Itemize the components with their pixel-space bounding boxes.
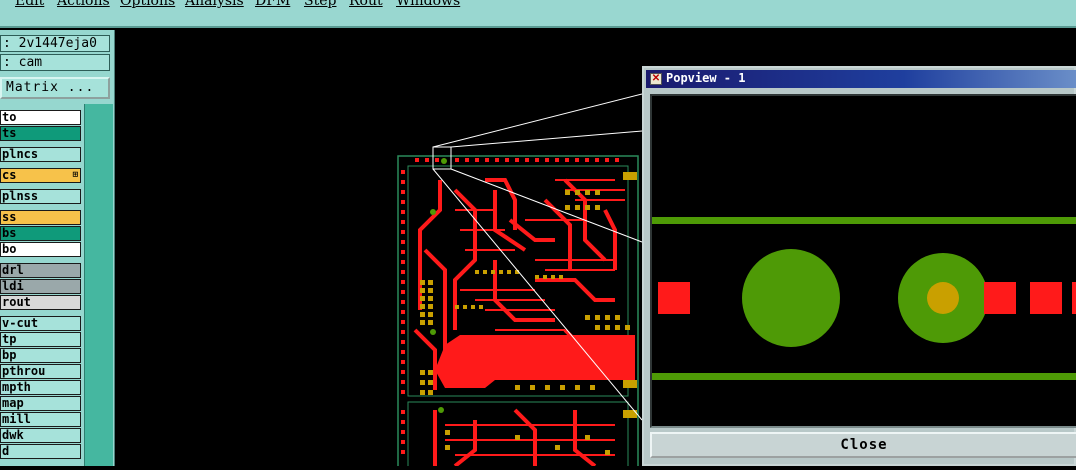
layer-dwk[interactable]: dwk — [0, 428, 81, 443]
layer-ss[interactable]: ss — [0, 210, 81, 225]
layer-label: dwk — [2, 428, 24, 442]
layer-tp[interactable]: tp — [0, 332, 81, 347]
layer-label: cs — [2, 168, 17, 182]
layer-d[interactable]: d — [0, 444, 81, 459]
popview-titlebar[interactable]: ✕ Popview - 1 — [646, 70, 1076, 88]
menu-windows[interactable]: Windows — [396, 0, 460, 9]
layer-plncs[interactable]: plncs — [0, 147, 81, 162]
layer-mpth[interactable]: mpth — [0, 380, 81, 395]
layer-label: bs — [2, 226, 17, 240]
layer-label: plnss — [2, 189, 39, 203]
popview-window[interactable]: ✕ Popview - 1 Close — [642, 66, 1076, 466]
layer-label: tp — [2, 332, 17, 346]
layer-label: bp — [2, 348, 17, 362]
layer-label: mpth — [2, 380, 31, 394]
close-button[interactable]: Close — [650, 432, 1076, 458]
matrix-button[interactable]: Matrix ... — [0, 77, 110, 99]
layer-bp[interactable]: bp — [0, 348, 81, 363]
layer-label: pthrou — [2, 364, 46, 378]
copper-pour — [435, 335, 635, 388]
layer-ts[interactable]: ts — [0, 126, 81, 141]
layer-label: d — [2, 444, 10, 458]
menu-options[interactable]: Options — [120, 0, 175, 9]
layer-mill[interactable]: mill — [0, 412, 81, 427]
step-name: : cam — [0, 54, 110, 71]
square-pad-right-1 — [984, 282, 1016, 314]
layer-label: ss — [2, 210, 17, 224]
layer-bo[interactable]: bo — [0, 242, 81, 257]
layer-ldi[interactable]: ldi — [0, 279, 81, 294]
trace-bottom — [652, 373, 1076, 380]
layer-plnss[interactable]: plnss — [0, 189, 81, 204]
square-pad-right-3 — [1072, 282, 1076, 314]
menu-edit[interactable]: Edit — [15, 0, 44, 9]
popview-zoom-view[interactable] — [652, 96, 1076, 428]
window-menu-icon[interactable]: ✕ — [650, 73, 662, 85]
menu-bar: Edit Actions Options Analysis DFM Step Rout Win… — [0, 0, 1076, 28]
square-pad-left — [658, 282, 690, 314]
menu-rout[interactable]: Rout — [349, 0, 383, 9]
layer-v-cut[interactable]: v-cut — [0, 316, 81, 331]
layer-label: ts — [2, 126, 17, 140]
menu-step[interactable]: Step — [304, 0, 336, 9]
layer-rout[interactable]: rout — [0, 295, 81, 310]
job-name: : 2v1447eja0 — [0, 35, 110, 52]
round-pad — [742, 249, 840, 347]
menu-dfm[interactable]: DFM — [255, 0, 290, 9]
layer-scrollbar[interactable] — [84, 104, 113, 466]
layer-pthrou[interactable]: pthrou — [0, 364, 81, 379]
layer-sidebar: : 2v1447eja0 : cam Matrix ... to ts plncs c… — [0, 30, 115, 466]
trace-top — [652, 217, 1076, 224]
layer-label: map — [2, 396, 24, 410]
popview-title: Popview - 1 — [666, 71, 746, 85]
layer-label: rout — [2, 295, 31, 309]
copper-traces — [413, 178, 617, 468]
layer-label: plncs — [2, 147, 39, 161]
layer-label: to — [2, 110, 17, 124]
layer-bs[interactable]: bs — [0, 226, 81, 241]
layer-label: drl — [2, 263, 24, 277]
layer-label: v-cut — [2, 316, 39, 330]
layer-to[interactable]: to — [0, 110, 81, 125]
layer-cs[interactable]: cs ⊞ — [0, 168, 81, 183]
square-pad-right-2 — [1030, 282, 1062, 314]
popview-canvas[interactable] — [650, 94, 1076, 428]
layer-drl[interactable]: drl — [0, 263, 81, 278]
menu-actions[interactable]: Actions — [57, 0, 110, 9]
edge-pads — [401, 170, 405, 454]
menu-analysis[interactable]: Analysis — [185, 0, 244, 9]
layer-label: ldi — [2, 279, 24, 293]
drill-hole — [927, 282, 959, 314]
layer-map[interactable]: map — [0, 396, 81, 411]
smd-pads — [420, 172, 637, 455]
layer-label: bo — [2, 242, 17, 256]
layer-affected-icon: ⊞ — [72, 170, 78, 180]
layer-label: mill — [2, 412, 31, 426]
